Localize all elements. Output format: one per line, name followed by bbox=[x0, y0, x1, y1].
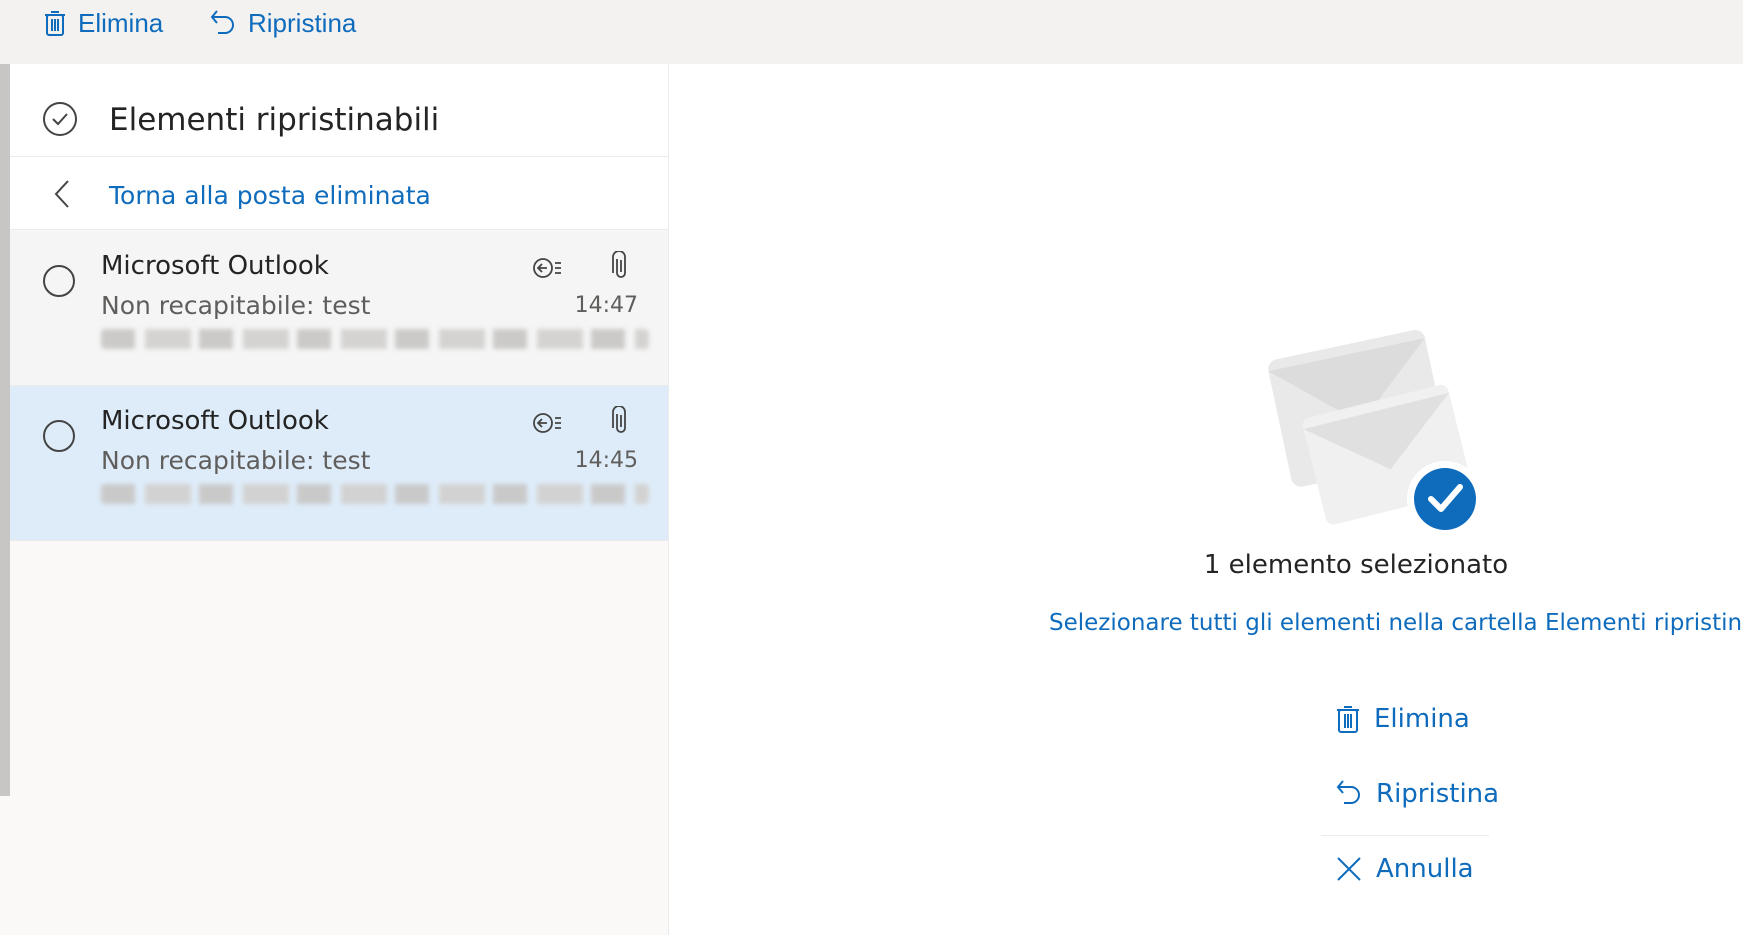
message-sender: Microsoft Outlook bbox=[101, 406, 329, 436]
message-sender: Microsoft Outlook bbox=[101, 251, 329, 281]
delete-action-button[interactable]: Elimina bbox=[1336, 704, 1470, 734]
folder-title: Elementi ripristinabili bbox=[109, 102, 440, 138]
message-list-pane: Elementi ripristinabili Torna alla posta… bbox=[10, 64, 669, 935]
undo-icon bbox=[210, 9, 236, 37]
reply-all-icon bbox=[533, 412, 563, 439]
chevron-left-icon bbox=[52, 179, 72, 214]
select-radio[interactable] bbox=[43, 420, 75, 452]
close-icon bbox=[1336, 856, 1362, 882]
undo-icon bbox=[1336, 779, 1362, 809]
delete-button[interactable]: Elimina bbox=[44, 0, 163, 46]
restore-action-button[interactable]: Ripristina bbox=[1336, 779, 1499, 809]
message-item[interactable]: Microsoft Outlook Non recapitabile: test… bbox=[10, 386, 668, 541]
restore-button-label: Ripristina bbox=[248, 7, 357, 38]
paperclip-icon bbox=[612, 250, 630, 286]
message-item[interactable]: Microsoft Outlook Non recapitabile: test… bbox=[10, 231, 668, 386]
envelope-check-illustration bbox=[1261, 301, 1483, 546]
delete-button-label: Elimina bbox=[78, 7, 164, 38]
delete-action-label: Elimina bbox=[1374, 704, 1470, 734]
check-circle-icon[interactable] bbox=[42, 101, 78, 137]
message-time: 14:47 bbox=[574, 293, 638, 318]
command-bar: Elimina Ripristina bbox=[0, 0, 1743, 64]
back-to-deleted-link[interactable]: Torna alla posta eliminata bbox=[10, 157, 668, 230]
folder-header: Elementi ripristinabili bbox=[10, 64, 668, 157]
paperclip-icon bbox=[612, 405, 630, 441]
cancel-action-label: Annulla bbox=[1376, 854, 1474, 884]
select-radio[interactable] bbox=[43, 265, 75, 297]
message-time: 14:45 bbox=[574, 448, 638, 473]
scrollbar[interactable] bbox=[0, 64, 10, 796]
trash-icon bbox=[44, 9, 66, 37]
divider bbox=[1321, 835, 1489, 836]
message-subject: Non recapitabile: test bbox=[101, 291, 371, 320]
select-all-link[interactable]: Selezionare tutti gli elementi nella car… bbox=[1049, 610, 1743, 636]
restore-button[interactable]: Ripristina bbox=[210, 0, 356, 46]
reading-pane: 1 elemento selezionato Selezionare tutti… bbox=[669, 64, 1743, 935]
selection-count-text: 1 elemento selezionato bbox=[1203, 550, 1509, 580]
message-preview-blurred bbox=[101, 329, 649, 349]
message-subject: Non recapitabile: test bbox=[101, 446, 371, 475]
reply-all-icon bbox=[533, 257, 563, 284]
back-link-label: Torna alla posta eliminata bbox=[109, 181, 431, 210]
cancel-action-button[interactable]: Annulla bbox=[1336, 854, 1474, 884]
restore-action-label: Ripristina bbox=[1376, 779, 1500, 809]
trash-icon bbox=[1336, 704, 1360, 734]
message-preview-blurred bbox=[101, 484, 649, 504]
